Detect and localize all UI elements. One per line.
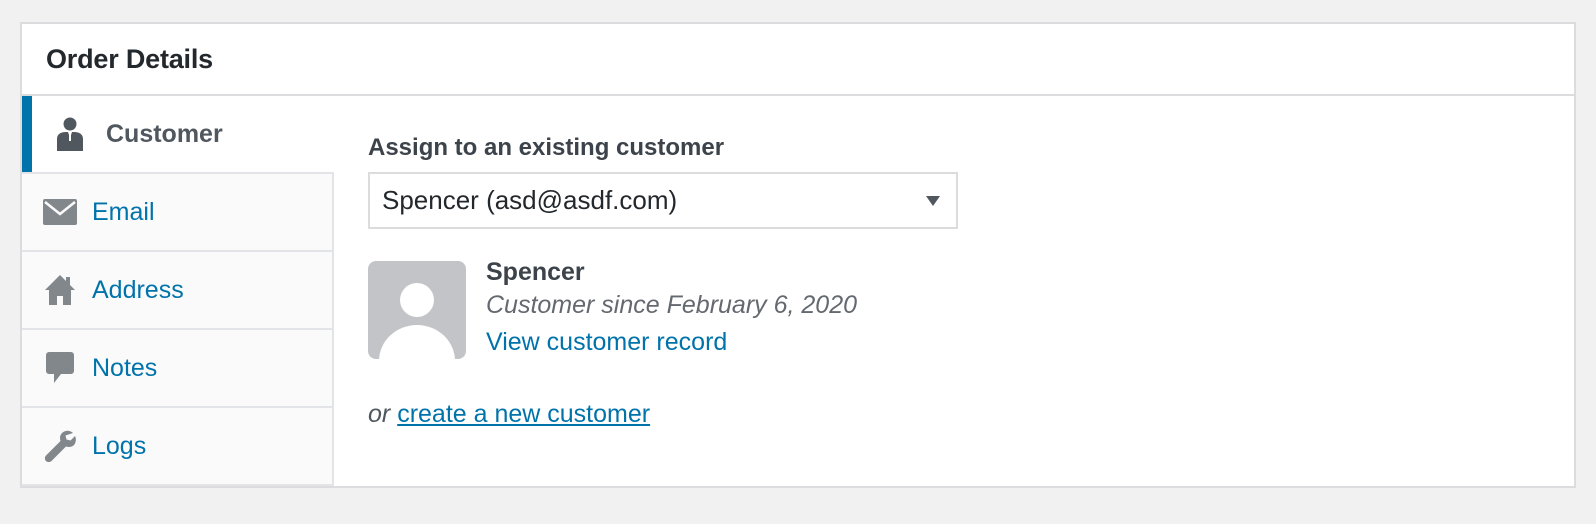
or-text: or [368,400,391,428]
customer-since: Customer since February 6, 2020 [486,291,858,319]
tab-label: Customer [106,119,223,148]
tab-customer[interactable]: Customer [22,96,334,174]
tab-email[interactable]: Email [22,174,332,252]
customer-select-value: Spencer (asd@asdf.com) [382,185,678,215]
tab-label: Email [92,197,155,226]
customer-select[interactable]: Spencer (asd@asdf.com) [368,172,958,229]
panel-body: Customer Email Address Notes Logs Assign… [22,96,1574,486]
create-new-customer-link[interactable]: create a new customer [397,400,650,428]
tab-logs[interactable]: Logs [22,408,332,486]
wrench-icon [42,428,78,464]
avatar [368,261,466,359]
tab-address[interactable]: Address [22,252,332,330]
tab-notes[interactable]: Notes [22,330,332,408]
caret-down-icon [926,196,940,206]
customer-name: Spencer [486,258,585,286]
order-details-panel: Order Details Customer Email Address Not… [20,22,1576,488]
speech-bubble-icon [42,350,78,386]
sidebar: Customer Email Address Notes Logs [22,96,334,486]
panel-title: Order Details [46,43,213,74]
home-icon [42,272,78,308]
customer-content: Assign to an existing customer Spencer (… [368,96,1574,486]
create-customer-row: or create a new customer [368,400,650,429]
tab-label: Notes [92,353,158,382]
person-icon [52,116,88,152]
view-customer-record-link[interactable]: View customer record [486,328,727,357]
envelope-icon [42,194,78,230]
assign-customer-label: Assign to an existing customer [368,134,725,161]
panel-header: Order Details [22,24,1574,96]
tab-label: Address [92,275,184,304]
tab-label: Logs [92,431,147,460]
